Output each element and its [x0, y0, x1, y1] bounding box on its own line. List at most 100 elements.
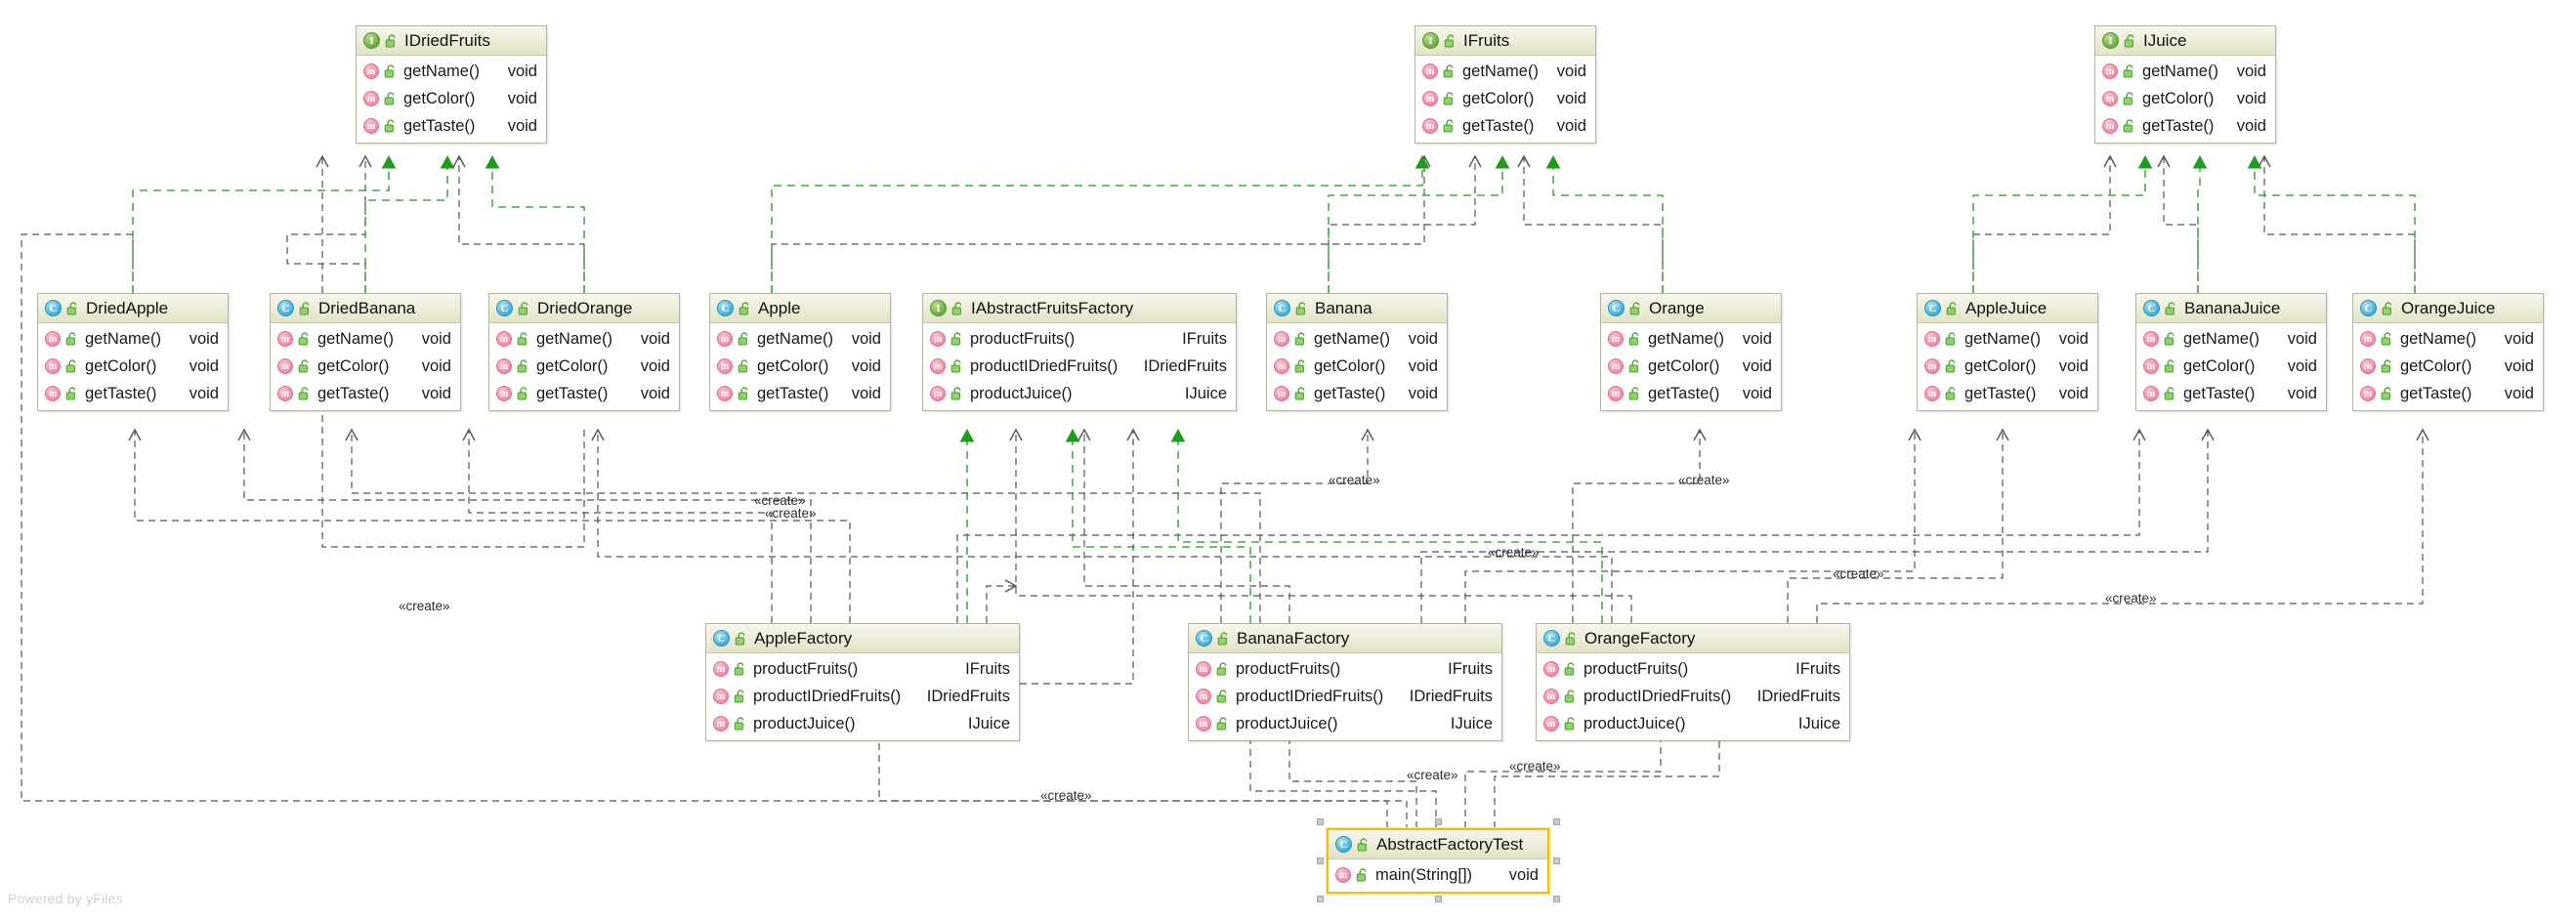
node-header-driedbanana[interactable]: C DriedBanana: [271, 294, 460, 323]
member-row[interactable]: m getColor() void: [710, 353, 890, 380]
lock-icon: [2123, 92, 2135, 105]
selection-handle[interactable]: [1317, 818, 1324, 825]
member-row[interactable]: m getName() void: [2095, 58, 2275, 85]
method-icon: m: [717, 331, 733, 347]
member-row[interactable]: m getTaste() void: [2095, 112, 2275, 140]
member-row[interactable]: m getName() void: [1267, 325, 1447, 353]
selection-handle[interactable]: [1317, 896, 1324, 902]
member-row[interactable]: m productIDriedFruits() IDriedFruits: [706, 683, 1019, 710]
member-row[interactable]: m getColor() void: [1267, 353, 1447, 380]
uml-node-idriedfruits[interactable]: I IDriedFruits m getName() void m getColor() vo…: [356, 25, 547, 144]
member-name: getTaste(): [1964, 384, 2037, 402]
node-header-driedorange[interactable]: C DriedOrange: [489, 294, 679, 323]
member-row[interactable]: m getName() void: [2353, 325, 2543, 353]
member-row[interactable]: m getColor() void: [271, 353, 460, 380]
uml-node-orangefactory[interactable]: C OrangeFactory m productFruits() IFruits m pr…: [1536, 623, 1850, 741]
uml-node-driedorange[interactable]: C DriedOrange m getName() void m getColor() voi…: [488, 293, 680, 411]
member-row[interactable]: m productIDriedFruits() IDriedFruits: [1537, 683, 1849, 710]
member-row[interactable]: m getColor() void: [357, 85, 546, 112]
uml-node-driedbanana[interactable]: C DriedBanana m getName() void m getColor() voi…: [270, 293, 461, 411]
node-header-bananafactory[interactable]: C BananaFactory: [1189, 624, 1501, 653]
diagram-canvas[interactable]: I IDriedFruits m getName() void m getColor() vo…: [0, 0, 2576, 920]
uml-node-banana[interactable]: C Banana m getName() void m getColor() void m get…: [1266, 293, 1448, 411]
member-row[interactable]: m productJuice() IJuice: [923, 380, 1236, 407]
node-header-banana[interactable]: C Banana: [1267, 294, 1447, 323]
selection-handle[interactable]: [1553, 896, 1560, 902]
create-stereotype-label: «create»: [1833, 566, 1884, 581]
member-row[interactable]: m productFruits() IFruits: [706, 655, 1019, 683]
member-row[interactable]: m getName() void: [357, 58, 546, 85]
node-header-bananajuice[interactable]: C BananaJuice: [2136, 294, 2326, 323]
member-row[interactable]: m productJuice() IJuice: [1537, 710, 1849, 737]
member-row[interactable]: m getName() void: [271, 325, 460, 353]
member-row[interactable]: m getName() void: [710, 325, 890, 353]
uml-node-abstractfactorytest[interactable]: C AbstractFactoryTest m main(String[]) void: [1327, 828, 1549, 894]
node-header-apple[interactable]: C Apple: [710, 294, 890, 323]
member-row[interactable]: m getName() void: [2136, 325, 2326, 353]
uml-node-driedapple[interactable]: C DriedApple m getName() void m getColor() void…: [37, 293, 229, 411]
selection-handle[interactable]: [1553, 818, 1560, 825]
node-header-abstractfactorytest[interactable]: C AbstractFactoryTest: [1329, 830, 1547, 859]
node-header-ijuice[interactable]: I IJuice: [2095, 26, 2275, 56]
member-row[interactable]: m productFruits() IFruits: [1537, 655, 1849, 683]
member-row[interactable]: m getTaste() void: [2136, 380, 2326, 407]
member-row[interactable]: m productFruits() IFruits: [1189, 655, 1501, 683]
member-row[interactable]: m getTaste() void: [2353, 380, 2543, 407]
member-row[interactable]: m getColor() void: [2353, 353, 2543, 380]
member-row[interactable]: m getColor() void: [1601, 353, 1781, 380]
member-row[interactable]: m productFruits() IFruits: [923, 325, 1236, 353]
member-row[interactable]: m getTaste() void: [271, 380, 460, 407]
member-row[interactable]: m getTaste() void: [38, 380, 228, 407]
node-header-orangejuice[interactable]: C OrangeJuice: [2353, 294, 2543, 323]
selection-handle[interactable]: [1435, 818, 1442, 825]
member-row[interactable]: m productJuice() IJuice: [706, 710, 1019, 737]
member-row[interactable]: m getTaste() void: [357, 112, 546, 140]
member-row[interactable]: m getTaste() void: [710, 380, 890, 407]
node-header-applejuice[interactable]: C AppleJuice: [1918, 294, 2097, 323]
lock-icon: [1945, 387, 1958, 400]
member-row[interactable]: m getName() void: [38, 325, 228, 353]
uml-node-ijuice[interactable]: I IJuice m getName() void m getColor() void m get…: [2094, 25, 2276, 144]
member-row[interactable]: m getName() void: [489, 325, 679, 353]
member-row[interactable]: m productIDriedFruits() IDriedFruits: [1189, 683, 1501, 710]
uml-node-applefactory[interactable]: C AppleFactory m productFruits() IFruits m pro…: [705, 623, 1020, 741]
member-row[interactable]: m getName() void: [1415, 58, 1595, 85]
member-row[interactable]: m getTaste() void: [489, 380, 679, 407]
member-row[interactable]: m getColor() void: [38, 353, 228, 380]
member-row[interactable]: m getColor() void: [1415, 85, 1595, 112]
uml-node-bananafactory[interactable]: C BananaFactory m productFruits() IFruits m pr…: [1188, 623, 1502, 741]
uml-node-applejuice[interactable]: C AppleJuice m getName() void m getColor() void…: [1917, 293, 2098, 411]
node-header-idriedfruits[interactable]: I IDriedFruits: [357, 26, 546, 56]
member-row[interactable]: m main(String[]) void: [1329, 861, 1547, 889]
node-header-orangefactory[interactable]: C OrangeFactory: [1537, 624, 1849, 653]
member-row[interactable]: m getName() void: [1601, 325, 1781, 353]
member-row[interactable]: m getColor() void: [2136, 353, 2326, 380]
member-row[interactable]: m productIDriedFruits() IDriedFruits: [923, 353, 1236, 380]
node-header-ifruits[interactable]: I IFruits: [1415, 26, 1595, 56]
uml-node-orangejuice[interactable]: C OrangeJuice m getName() void m getColor() voi…: [2352, 293, 2544, 411]
member-row[interactable]: m productJuice() IJuice: [1189, 710, 1501, 737]
method-icon: m: [2360, 386, 2376, 401]
member-name: getTaste(): [1648, 384, 1720, 402]
uml-node-apple[interactable]: C Apple m getName() void m getColor() void m getT…: [709, 293, 891, 411]
selection-handle[interactable]: [1553, 857, 1560, 864]
uml-node-iabstractfruitsfactory[interactable]: I IAbstractFruitsFactory m productFruits() I…: [922, 293, 1237, 411]
member-row[interactable]: m getTaste() void: [1601, 380, 1781, 407]
member-row[interactable]: m getTaste() void: [1918, 380, 2097, 407]
selection-handle[interactable]: [1317, 857, 1324, 864]
node-header-iabstractfruitsfactory[interactable]: I IAbstractFruitsFactory: [923, 294, 1236, 323]
lock-icon: [1216, 662, 1229, 676]
node-header-driedapple[interactable]: C DriedApple: [38, 294, 228, 323]
member-row[interactable]: m getColor() void: [2095, 85, 2275, 112]
member-row[interactable]: m getName() void: [1918, 325, 2097, 353]
uml-node-bananajuice[interactable]: C BananaJuice m getName() void m getColor() voi…: [2135, 293, 2327, 411]
member-row[interactable]: m getTaste() void: [1267, 380, 1447, 407]
member-row[interactable]: m getTaste() void: [1415, 112, 1595, 140]
uml-node-ifruits[interactable]: I IFruits m getName() void m getColor() void m ge…: [1415, 25, 1596, 144]
selection-handle[interactable]: [1435, 896, 1442, 902]
member-row[interactable]: m getColor() void: [489, 353, 679, 380]
node-header-applefactory[interactable]: C AppleFactory: [706, 624, 1019, 653]
member-row[interactable]: m getColor() void: [1918, 353, 2097, 380]
uml-node-orange[interactable]: C Orange m getName() void m getColor() void m get…: [1600, 293, 1782, 411]
node-header-orange[interactable]: C Orange: [1601, 294, 1781, 323]
